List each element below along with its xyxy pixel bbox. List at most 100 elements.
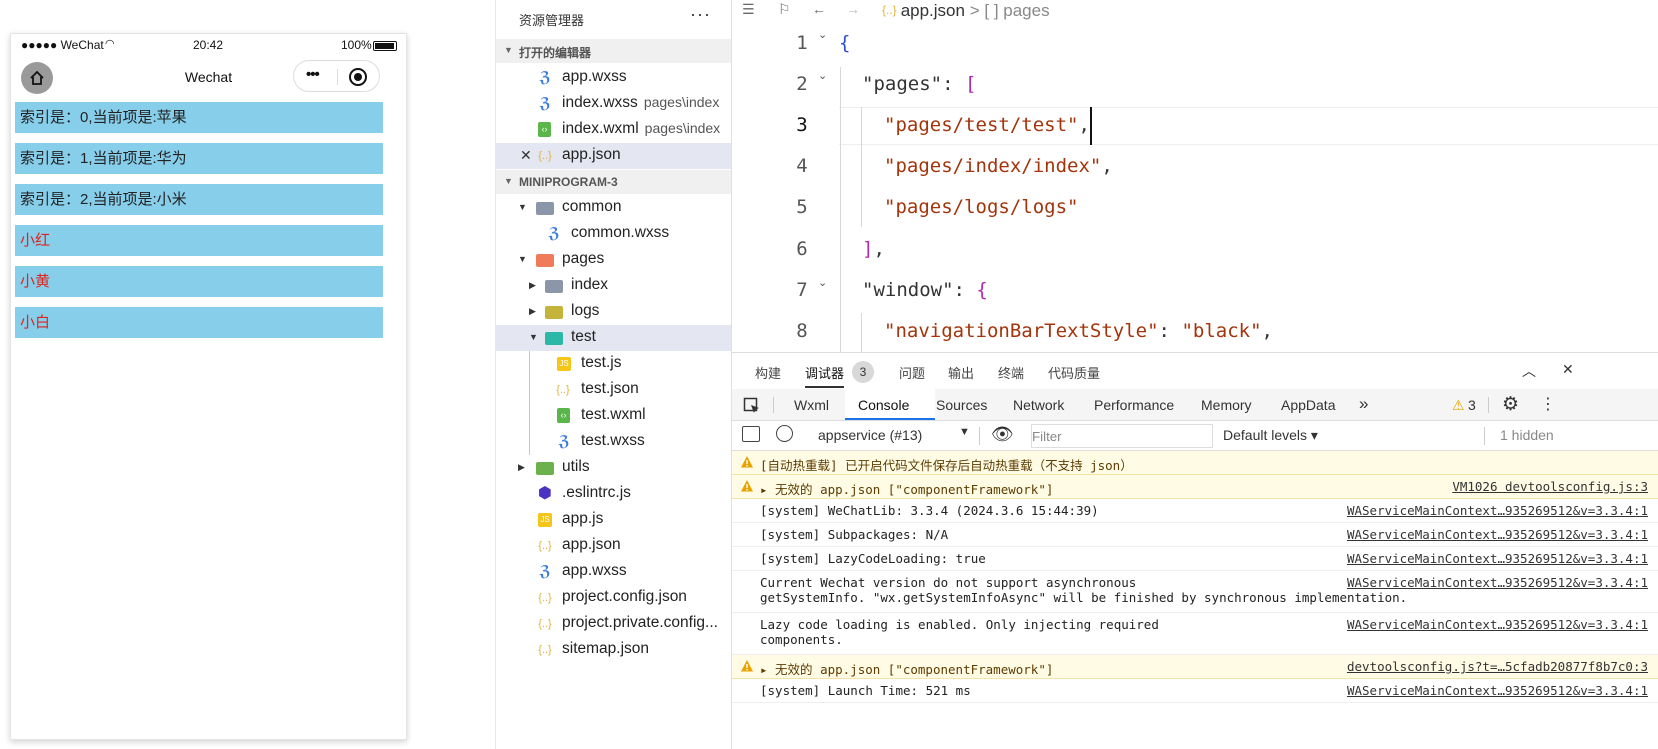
eye-icon[interactable]: 👁 — [991, 424, 1014, 445]
tree-folder-test[interactable]: ▼ test — [496, 325, 732, 351]
tree-file[interactable]: JS app.js — [496, 507, 732, 533]
log-source-link[interactable]: WAServiceMainContext…935269512&v=3.3.4:1 — [1347, 683, 1648, 698]
tree-folder-logs[interactable]: ▶ logs — [496, 299, 732, 325]
tree-folder-index[interactable]: ▶ index — [496, 273, 732, 299]
wxml-icon: ‹› — [557, 408, 570, 423]
open-editor-item[interactable]: ℨ app.wxss — [496, 65, 732, 91]
console-warning-row[interactable]: ▸ 无效的 app.json ["componentFramework"] dev… — [732, 655, 1658, 679]
fold-chevron-icon[interactable]: ⌄ — [818, 28, 827, 41]
tab-code-quality[interactable]: 代码质量 — [1048, 363, 1100, 382]
tab-console[interactable]: Console — [858, 397, 909, 413]
chevron-up-icon[interactable]: ︿ — [1522, 361, 1536, 381]
log-source-link[interactable]: WAServiceMainContext…935269512&v=3.3.4:1 — [1347, 617, 1648, 632]
more-icon[interactable]: ••• — [306, 66, 320, 83]
list-item[interactable]: 索引是：0,当前项是:苹果 — [15, 102, 383, 133]
tree-file[interactable]: ℨ test.wxss — [496, 429, 732, 455]
console-log-list: [自动热重载] 已开启代码文件保存后自动热重载（不支持 json） ▸ 无效的 a… — [732, 451, 1658, 703]
forward-arrow-icon[interactable]: → — [846, 1, 860, 17]
kebab-menu-icon[interactable]: ⋮ — [1540, 394, 1556, 414]
log-source-link[interactable]: devtoolsconfig.js?t=…5cfadb20877f8b7c0:3 — [1347, 659, 1648, 674]
project-section[interactable]: ▼ MINIPROGRAM-3 — [496, 170, 732, 194]
list-item[interactable]: 小红 — [15, 225, 383, 256]
clear-console-icon[interactable] — [776, 425, 793, 442]
inspect-element-icon[interactable] — [743, 397, 761, 415]
tab-appdata[interactable]: AppData — [1281, 397, 1335, 413]
tree-file[interactable]: JS test.js — [496, 351, 732, 377]
list-item[interactable]: 索引是：1,当前项是:华为 — [15, 143, 383, 174]
tree-file[interactable]: {..} project.private.config... — [496, 611, 732, 637]
console-warning-row[interactable]: ▸ 无效的 app.json ["componentFramework"] VM1… — [732, 475, 1658, 499]
tree-folder-common[interactable]: ▼ common — [496, 195, 732, 221]
log-source-link[interactable]: WAServiceMainContext…935269512&v=3.3.4:1 — [1347, 575, 1648, 590]
tab-build[interactable]: 构建 — [755, 363, 781, 382]
tab-wxml[interactable]: Wxml — [794, 397, 829, 413]
tree-file[interactable]: ⬢ .eslintrc.js — [496, 481, 732, 507]
log-source-link[interactable]: WAServiceMainContext…935269512&v=3.3.4:1 — [1347, 527, 1648, 542]
tree-folder-pages[interactable]: ▼ pages — [496, 247, 732, 273]
tab-output[interactable]: 输出 — [948, 363, 974, 382]
console-log-row[interactable]: [system] Launch Time: 521 ms WAServiceMai… — [732, 679, 1658, 703]
json-icon: {..} — [538, 618, 552, 630]
tree-file[interactable]: {..} app.json — [496, 533, 732, 559]
context-select[interactable]: appservice (#13) — [818, 427, 922, 443]
status-bar: ●●●●● WeChat ◠ 20:42 100% — [11, 34, 406, 56]
code-line: "pages": [ — [862, 73, 976, 95]
tree-file[interactable]: {..} sitemap.json — [496, 637, 732, 663]
open-editors-section[interactable]: ▼ 打开的编辑器 — [496, 39, 732, 63]
json-icon: {..} — [538, 592, 552, 604]
close-icon[interactable]: ✕ — [520, 147, 532, 164]
console-log-row[interactable]: Current Wechat version do not support as… — [732, 571, 1658, 613]
hidden-count: 1 hidden — [1500, 427, 1554, 443]
filter-input[interactable] — [1031, 424, 1213, 448]
file-name: index.wxss — [562, 94, 638, 111]
open-editor-item[interactable]: ‹› index.wxml pages\index — [496, 117, 732, 143]
tab-debugger[interactable]: 调试器 — [805, 363, 845, 388]
tree-file[interactable]: ℨ app.wxss — [496, 559, 732, 585]
log-source-link[interactable]: VM1026 devtoolsconfig.js:3 — [1452, 479, 1648, 494]
tab-terminal[interactable]: 终端 — [998, 363, 1024, 382]
tab-sources[interactable]: Sources — [936, 397, 987, 413]
tree-file[interactable]: {..} test.json — [496, 377, 732, 403]
breadcrumb-symbol[interactable]: [ ] pages — [984, 1, 1049, 20]
dropdown-arrow-icon[interactable]: ▼ — [959, 426, 970, 438]
sidebar-toggle-icon[interactable] — [742, 426, 760, 442]
tree-file[interactable]: ‹› test.wxml — [496, 403, 732, 429]
bottom-panel: 构建 调试器 3 问题 输出 终端 代码质量 ︿ ✕ Wxml Console … — [731, 352, 1658, 749]
log-levels-select[interactable]: Default levels ▾ — [1223, 427, 1318, 444]
fold-chevron-icon[interactable]: ⌄ — [818, 276, 827, 289]
bookmark-icon[interactable]: ⚐ — [778, 1, 791, 18]
gear-icon[interactable]: ⚙ — [1502, 393, 1519, 416]
back-arrow-icon[interactable]: ← — [812, 1, 826, 17]
tree-file[interactable]: {..} project.config.json — [496, 585, 732, 611]
tab-network[interactable]: Network — [1013, 397, 1064, 413]
tree-folder-utils[interactable]: ▶ utils — [496, 455, 732, 481]
log-source-link[interactable]: WAServiceMainContext…935269512&v=3.3.4:1 — [1347, 551, 1648, 566]
list-item[interactable]: 小黄 — [15, 266, 383, 297]
console-log-row[interactable]: [system] WeChatLib: 3.3.4 (2024.3.6 15:4… — [732, 499, 1658, 523]
warning-icon[interactable]: ⚠ — [1452, 397, 1465, 414]
tab-problems[interactable]: 问题 — [899, 363, 925, 382]
console-log-row[interactable]: Lazy code loading is enabled. Only injec… — [732, 613, 1658, 655]
list-item[interactable]: 小白 — [15, 307, 383, 338]
more-actions-icon[interactable]: ··· — [690, 4, 711, 25]
tree-file[interactable]: ℨ common.wxss — [496, 221, 732, 247]
fold-chevron-icon[interactable]: ⌄ — [818, 69, 827, 82]
log-source-link[interactable]: WAServiceMainContext…935269512&v=3.3.4:1 — [1347, 503, 1648, 518]
more-tabs-icon[interactable]: » — [1359, 394, 1368, 414]
console-log-row[interactable]: [system] LazyCodeLoading: true WAServiceM… — [732, 547, 1658, 571]
close-miniprogram-icon[interactable] — [349, 68, 367, 86]
code-token: [ — [964, 73, 977, 95]
capsule-menu: ••• — [293, 60, 380, 92]
open-editor-item-active[interactable]: ✕ {..} app.json — [496, 143, 732, 169]
tab-performance[interactable]: Performance — [1094, 397, 1174, 413]
console-warning-row[interactable]: [自动热重载] 已开启代码文件保存后自动热重载（不支持 json） — [732, 451, 1658, 475]
divider — [1484, 427, 1485, 445]
list-icon[interactable]: ☰ — [742, 1, 755, 18]
close-panel-icon[interactable]: ✕ — [1562, 361, 1574, 378]
open-editor-item[interactable]: ℨ index.wxss pages\index — [496, 91, 732, 117]
tab-memory[interactable]: Memory — [1201, 397, 1252, 413]
list-item[interactable]: 索引是：2,当前项是:小米 — [15, 184, 383, 215]
divider — [1488, 397, 1489, 413]
console-log-row[interactable]: [system] Subpackages: N/A WAServiceMainCo… — [732, 523, 1658, 547]
breadcrumb-file[interactable]: app.json — [901, 1, 965, 20]
